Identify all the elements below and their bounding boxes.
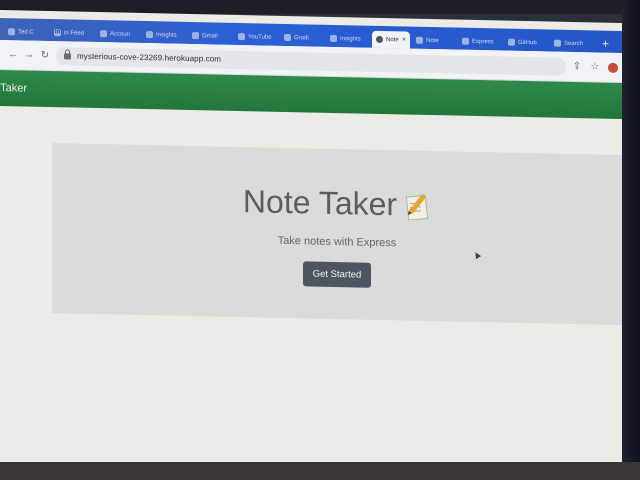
page-title: Note Taker bbox=[243, 183, 431, 224]
tab-favicon-icon bbox=[462, 37, 469, 45]
forward-icon[interactable]: → bbox=[24, 50, 34, 61]
browser-tab-active[interactable]: Note × bbox=[372, 30, 410, 49]
toolbar-actions: ⇪ ☆ bbox=[572, 61, 618, 73]
url-text: mysterious-cove-23269.herokuapp.com bbox=[77, 51, 222, 64]
tab-label: Gradi bbox=[294, 34, 309, 41]
page-subtitle: Take notes with Express bbox=[277, 234, 397, 250]
tab-label: Note bbox=[386, 36, 399, 43]
lock-icon[interactable] bbox=[64, 52, 71, 59]
tab-label: in Feed bbox=[64, 29, 85, 37]
tab-label: YouTube bbox=[248, 33, 272, 41]
tab-label: Note bbox=[426, 37, 439, 44]
tab-favicon-icon bbox=[100, 30, 107, 38]
page-title-text: Note Taker bbox=[242, 183, 398, 223]
monitor-bezel-bottom bbox=[0, 462, 640, 480]
browser-tab[interactable]: Express bbox=[458, 33, 502, 51]
tab-favicon-icon bbox=[330, 34, 337, 43]
url-input[interactable]: mysterious-cove-23269.herokuapp.com bbox=[56, 46, 566, 76]
tab-label: Accoun bbox=[110, 30, 131, 38]
get-started-button[interactable]: Get Started bbox=[302, 261, 372, 288]
reload-icon[interactable]: ↻ bbox=[40, 50, 50, 61]
browser-tab[interactable]: Accoun bbox=[96, 25, 140, 43]
monitor-bezel-right bbox=[622, 0, 640, 480]
browser-tab[interactable]: Search bbox=[550, 35, 594, 53]
browser-tab[interactable]: Note bbox=[412, 32, 456, 50]
tab-favicon-icon bbox=[508, 38, 515, 46]
browser-tab[interactable]: Gmail bbox=[188, 27, 232, 45]
close-icon[interactable]: × bbox=[402, 36, 406, 43]
browser-window: Ted C in in Feed Accoun Insights Gmail Yo… bbox=[0, 10, 626, 480]
tab-favicon-icon bbox=[554, 39, 561, 47]
globe-icon bbox=[376, 35, 383, 44]
bookmark-star-icon[interactable]: ☆ bbox=[590, 61, 600, 72]
back-icon[interactable]: ← bbox=[8, 49, 18, 60]
tab-label: GitHub bbox=[518, 39, 537, 46]
tab-label: Express bbox=[472, 38, 494, 45]
browser-tab[interactable]: GitHub bbox=[504, 34, 548, 52]
tab-favicon-icon bbox=[416, 36, 423, 44]
memo-pencil-icon bbox=[405, 192, 431, 221]
profile-avatar[interactable] bbox=[608, 62, 618, 73]
browser-tab[interactable]: Gradi bbox=[280, 29, 324, 47]
navbar-brand[interactable]: Note Taker bbox=[0, 81, 27, 94]
new-tab-button[interactable]: + bbox=[596, 35, 615, 52]
browser-tab[interactable]: YouTube bbox=[234, 28, 278, 46]
linkedin-icon: in bbox=[54, 29, 61, 37]
tab-label: Ted C bbox=[18, 28, 34, 36]
jumbotron: Note Taker Take notes with Express Get S… bbox=[52, 143, 622, 326]
tab-label: Insights bbox=[340, 35, 361, 43]
share-icon[interactable]: ⇪ bbox=[572, 61, 582, 72]
tab-favicon-icon bbox=[238, 32, 245, 41]
tab-favicon-icon bbox=[284, 33, 291, 42]
tab-favicon-icon bbox=[8, 28, 15, 36]
browser-tab[interactable]: Ted C bbox=[4, 23, 48, 41]
tab-label: Gmail bbox=[202, 32, 218, 40]
tab-favicon-icon bbox=[146, 31, 153, 39]
browser-tab[interactable]: Insights bbox=[142, 26, 186, 44]
browser-tab[interactable]: Insights bbox=[326, 30, 370, 48]
browser-tab[interactable]: in in Feed bbox=[50, 24, 94, 42]
tab-label: Insights bbox=[156, 31, 177, 39]
tab-favicon-icon bbox=[192, 32, 199, 40]
tab-label: Search bbox=[564, 40, 584, 47]
